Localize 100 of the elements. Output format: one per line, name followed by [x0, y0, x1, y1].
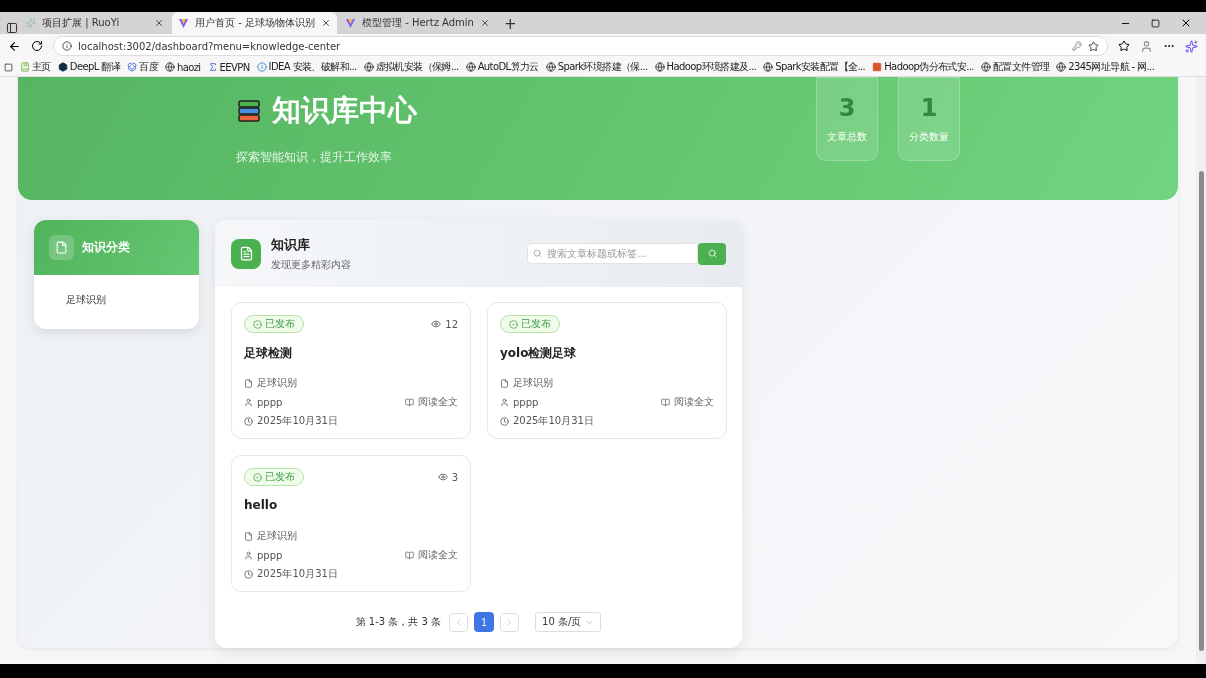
document-icon	[244, 531, 253, 541]
article-date: 2025年10月31日	[500, 414, 714, 428]
user-icon	[244, 550, 253, 560]
sparkle-icon	[26, 18, 36, 28]
favorites-icon[interactable]	[1118, 40, 1130, 52]
page-number[interactable]: 1	[474, 612, 495, 632]
book-icon	[405, 397, 414, 407]
hexagon-icon	[57, 62, 68, 72]
bookmark[interactable]: Hadoop伪分布式安...	[872, 60, 974, 74]
panel-title: 知识库	[271, 235, 311, 254]
article-date: 2025年10月31日	[244, 414, 458, 428]
view-count: 3	[437, 471, 458, 483]
address-bar[interactable]: localhost:3002/dashboard?menu=knowledge-center	[53, 36, 1108, 56]
check-circle-icon	[253, 472, 262, 482]
bookmark[interactable]: IDEA 安装、破解和...	[256, 60, 357, 74]
article-category: 足球识别	[500, 376, 714, 390]
bookmark[interactable]: Spark环境搭建（保...	[545, 60, 648, 74]
globe-icon	[363, 62, 374, 72]
bookmark[interactable]: Spark安装配置【全...	[763, 60, 866, 74]
bookmark[interactable]: 虚拟机安装（保姆...	[363, 60, 459, 74]
user-icon	[244, 397, 253, 407]
read-link[interactable]: 阅读全文	[405, 395, 458, 409]
document-icon	[244, 378, 253, 388]
square-icon	[872, 62, 883, 72]
square-icon[interactable]	[4, 62, 13, 72]
sparkle-icon[interactable]	[1185, 39, 1198, 53]
user-icon	[500, 397, 509, 407]
back-icon[interactable]	[8, 39, 21, 53]
globe-icon	[1056, 62, 1067, 72]
info-icon[interactable]	[62, 41, 72, 51]
bookmark[interactable]: 2345网址导航 - 网...	[1056, 60, 1155, 74]
book-icon	[405, 550, 414, 560]
scrollbar-thumb[interactable]	[1198, 171, 1204, 651]
close-icon[interactable]	[154, 18, 164, 28]
globe-icon	[465, 62, 476, 72]
panel-subtitle: 发现更多精彩内容	[271, 257, 352, 272]
page-subtitle: 探索智能知识，提升工作效率	[236, 149, 393, 166]
read-link[interactable]: 阅读全文	[661, 395, 714, 409]
article-category: 足球识别	[244, 529, 458, 543]
bookmark[interactable]: 主页	[20, 60, 51, 74]
article-author: pppp	[500, 396, 539, 408]
status-tag: 已发布	[500, 315, 560, 333]
circle-icon	[256, 62, 267, 72]
article-title: hello	[244, 498, 279, 512]
browser-tab[interactable]: 模型管理 - Hertz Admin	[338, 12, 496, 34]
bookmark[interactable]: DeepL 翻译	[57, 60, 121, 74]
clock-icon	[244, 416, 253, 426]
article-card[interactable]: 已发布 3 hello 足球识别 pppp 阅读全文 2025年10月31日	[231, 455, 471, 592]
browser-tab[interactable]: 项目扩展 | RuoYi	[20, 12, 170, 34]
close-icon[interactable]	[479, 18, 490, 28]
eye-icon	[437, 472, 448, 482]
pagination-summary: 第 1-3 条，共 3 条	[355, 615, 442, 629]
restore-icon[interactable]	[1151, 18, 1160, 28]
globe-icon	[763, 62, 774, 72]
bookmark[interactable]: 百度	[127, 60, 158, 74]
sigma-icon	[207, 62, 218, 72]
bookmark[interactable]: Hadoop环境搭建及...	[654, 60, 757, 74]
bookmark-icon	[20, 62, 30, 72]
close-icon[interactable]	[1180, 17, 1192, 29]
read-link[interactable]: 阅读全文	[405, 548, 458, 562]
document-icon	[55, 241, 68, 254]
check-circle-icon	[253, 319, 262, 329]
page-title: 知识库中心	[272, 92, 417, 129]
bookmark[interactable]: EEVPN	[207, 61, 250, 73]
view-count: 12	[431, 318, 458, 330]
globe-icon	[545, 62, 556, 72]
star-icon[interactable]	[1088, 40, 1099, 52]
close-icon[interactable]	[320, 18, 331, 28]
category-title: 知识分类	[82, 239, 130, 256]
bookmark[interactable]: 配置文件管理	[980, 60, 1050, 74]
profile-icon[interactable]	[1140, 39, 1153, 53]
books-icon	[236, 98, 262, 124]
status-tag: 已发布	[244, 315, 304, 333]
search-icon	[707, 249, 717, 258]
category-item[interactable]: 足球识别	[42, 291, 191, 309]
bookmark[interactable]: AutoDL算力云	[465, 60, 539, 74]
globe-icon	[164, 62, 175, 72]
stat-value: 3	[838, 94, 856, 122]
article-title: 足球检测	[244, 345, 293, 362]
page-size-select[interactable]: 10 条/页	[535, 612, 602, 632]
stat-value: 1	[920, 94, 938, 122]
check-circle-icon	[509, 319, 518, 329]
clock-icon	[500, 416, 509, 426]
stat-label: 文章总数	[827, 130, 867, 144]
new-tab-button[interactable]: +	[497, 14, 523, 34]
document-icon	[238, 246, 254, 261]
article-title: yolo检测足球	[500, 345, 578, 362]
bookmark[interactable]: haozi	[164, 61, 201, 73]
book-icon	[661, 397, 670, 407]
search-field[interactable]: 搜索文章标题或标签...	[527, 242, 698, 264]
stat-label: 分类数量	[909, 130, 949, 144]
sidebar-icon[interactable]	[6, 22, 18, 34]
article-card[interactable]: 已发布 yolo检测足球 足球识别 pppp 阅读全文 2025年10月31日	[487, 302, 727, 439]
document-icon	[500, 378, 509, 388]
status-tag: 已发布	[244, 468, 304, 486]
browser-tab[interactable]: 用户首页 - 足球场物体识别	[172, 12, 337, 34]
article-card[interactable]: 已发布 12 足球检测 足球识别 pppp 阅读全文 2025年10月31日	[231, 302, 471, 439]
clock-icon	[244, 569, 253, 579]
article-category: 足球识别	[244, 376, 458, 390]
reload-icon[interactable]	[31, 40, 43, 52]
